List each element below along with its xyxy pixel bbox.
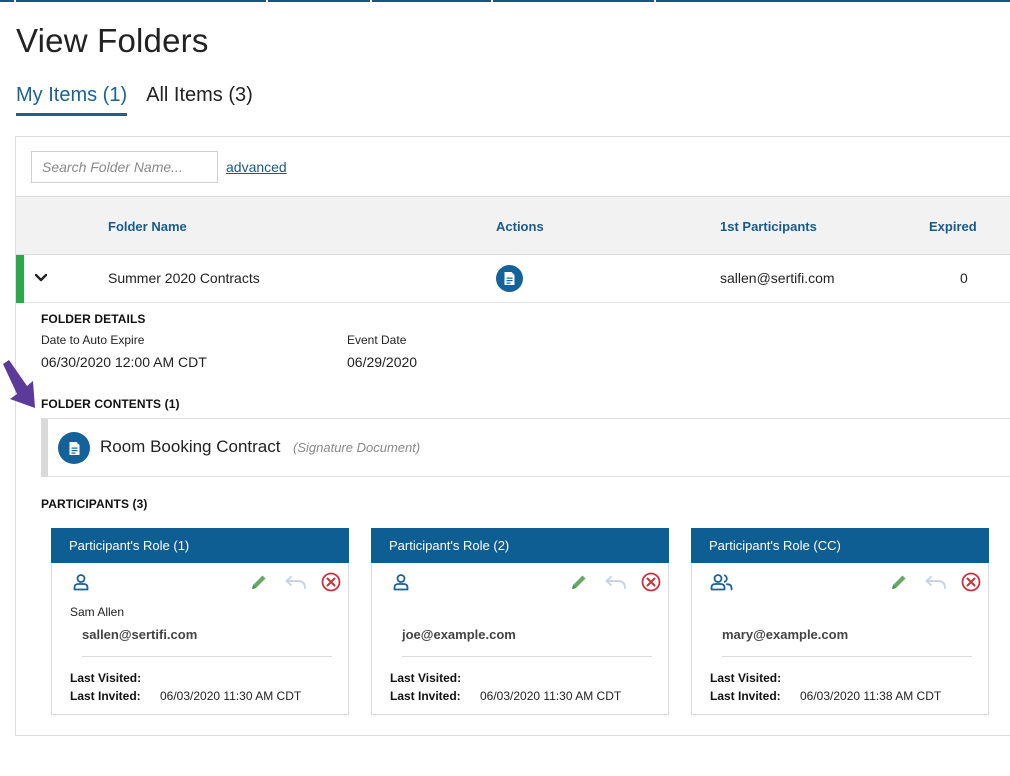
top-nav-bar [0,0,1010,2]
column-header-actions: Actions [496,219,544,234]
folder-details-heading: FOLDER DETAILS [41,312,146,326]
participant-email: sallen@sertifi.com [82,627,198,642]
participant-card: Participant's Role (2) joe@example.com L… [371,528,669,715]
last-invited-value: 06/03/2020 11:30 AM CDT [480,689,622,703]
divider [722,656,972,657]
remove-icon[interactable] [641,572,661,592]
status-indicator [16,255,24,303]
advanced-search-link[interactable]: advanced [226,159,287,175]
last-invited-label: Last Invited: [710,689,781,703]
annotation-arrow-icon [3,360,35,408]
folder-contents-heading: FOLDER CONTENTS (1) [41,397,180,411]
edit-icon[interactable] [890,573,908,591]
edit-icon[interactable] [570,573,588,591]
participant-name: Sam Allen [70,605,125,619]
document-type: (Signature Document) [293,440,421,455]
table-row: Summer 2020 Contracts sallen@sertifi.com… [16,255,1010,303]
table-header: Folder Name Actions 1st Participants Exp… [16,197,1010,255]
last-visited-label: Last Visited: [70,671,142,685]
expired-cell: 0 [960,270,968,286]
participant-email: joe@example.com [402,627,516,642]
first-participant-cell: sallen@sertifi.com [720,270,835,286]
remove-icon[interactable] [321,572,341,592]
participant-role: Participant's Role (1) [51,528,349,563]
last-invited-value: 06/03/2020 11:38 AM CDT [800,689,942,703]
last-invited-label: Last Invited: [390,689,461,703]
page-title: View Folders [16,22,209,59]
last-visited-label: Last Visited: [710,671,782,685]
participant-card: Participant's Role (1) Sam Allen sallen@… [51,528,349,715]
last-visited-label: Last Visited: [390,671,462,685]
auto-expire-label: Date to Auto Expire [41,333,145,347]
participant-role: Participant's Role (CC) [691,528,989,563]
document-icon[interactable] [496,265,523,292]
participant-role: Participant's Role (2) [371,528,669,563]
event-date-label: Event Date [347,333,407,347]
remove-icon[interactable] [961,572,981,592]
auto-expire-value: 06/30/2020 12:00 AM CDT [41,354,207,370]
undo-icon [925,576,946,589]
participant-email: mary@example.com [722,627,849,642]
search-input[interactable] [31,151,218,183]
users-icon [710,574,733,591]
event-date-value: 06/29/2020 [347,354,418,370]
edit-icon[interactable] [250,573,268,591]
column-header-expired[interactable]: Expired [929,219,977,234]
last-invited-label: Last Invited: [70,689,141,703]
last-invited-value: 06/03/2020 11:30 AM CDT [160,689,302,703]
search-bar: advanced [16,137,1010,197]
user-icon [393,574,409,591]
tab-bar: My Items (1) All Items (3) [16,84,272,116]
chevron-down-icon[interactable] [33,270,49,286]
user-icon [73,574,89,591]
column-header-first-participants[interactable]: 1st Participants [720,219,817,234]
document-name[interactable]: Room Booking Contract [100,437,280,457]
folder-name-cell[interactable]: Summer 2020 Contracts [108,270,260,286]
participant-card: Participant's Role (CC) mary@example.com… [691,528,989,715]
column-header-folder-name[interactable]: Folder Name [108,219,187,234]
tab-all-items[interactable]: All Items (3) [146,84,253,116]
undo-icon [605,576,626,589]
undo-icon [285,576,306,589]
participants-heading: PARTICIPANTS (3) [41,497,148,511]
folder-content-item: Room Booking Contract (Signature Documen… [41,418,1010,477]
divider [82,656,332,657]
divider [402,656,652,657]
document-icon[interactable] [58,432,90,464]
tab-my-items[interactable]: My Items (1) [16,84,128,116]
